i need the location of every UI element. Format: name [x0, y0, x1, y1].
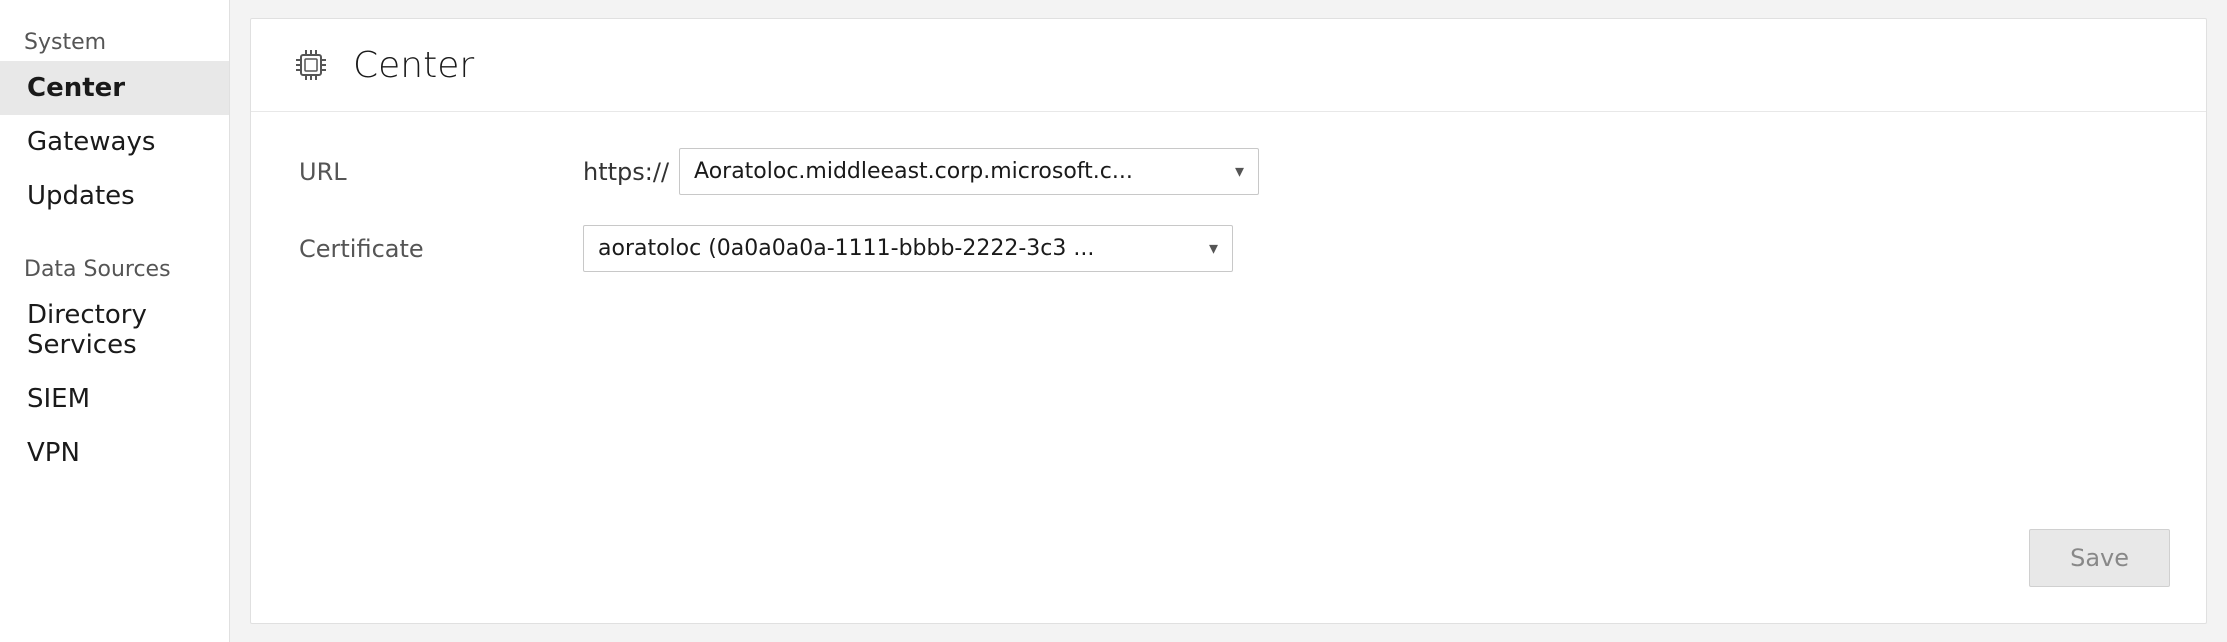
url-row: URL https:// Aoratoloc.middleeast.corp.m… — [299, 148, 2158, 195]
sidebar-item-center[interactable]: Center — [0, 61, 229, 115]
url-prefix: https:// — [583, 158, 669, 186]
sidebar-item-directory-services[interactable]: Directory Services — [0, 288, 229, 372]
url-label: URL — [299, 158, 559, 186]
sidebar-item-vpn[interactable]: VPN — [0, 426, 229, 480]
system-section-label: System — [0, 20, 229, 61]
chevron-down-icon: ▾ — [1235, 161, 1244, 182]
certificate-dropdown[interactable]: aoratoloc (0a0a0a0a-1111-bbbb-2222-3c3 .… — [583, 225, 1233, 272]
card-body: URL https:// Aoratoloc.middleeast.corp.m… — [251, 112, 2206, 623]
url-group: https:// Aoratoloc.middleeast.corp.micro… — [583, 148, 1259, 195]
save-button-wrapper: Save — [2029, 529, 2170, 587]
chip-icon — [287, 41, 335, 89]
sidebar-item-updates[interactable]: Updates — [0, 169, 229, 223]
sidebar-divider — [0, 223, 229, 247]
data-sources-section-label: Data Sources — [0, 247, 229, 288]
sidebar-item-siem[interactable]: SIEM — [0, 372, 229, 426]
sidebar-item-gateways[interactable]: Gateways — [0, 115, 229, 169]
page-title: Center — [353, 45, 474, 86]
save-button[interactable]: Save — [2029, 529, 2170, 587]
sidebar: System Center Gateways Updates Data Sour… — [0, 0, 230, 642]
chevron-down-icon: ▾ — [1209, 238, 1218, 259]
certificate-row: Certificate aoratoloc (0a0a0a0a-1111-bbb… — [299, 225, 2158, 272]
certificate-label: Certificate — [299, 235, 559, 263]
certificate-dropdown-value: aoratoloc (0a0a0a0a-1111-bbbb-2222-3c3 .… — [598, 236, 1197, 261]
url-dropdown-value: Aoratoloc.middleeast.corp.microsoft.c... — [694, 159, 1223, 184]
main-content: Center URL https:// Aoratoloc.middleeast… — [230, 0, 2227, 642]
card-header: Center — [251, 19, 2206, 112]
content-card: Center URL https:// Aoratoloc.middleeast… — [250, 18, 2207, 624]
url-dropdown[interactable]: Aoratoloc.middleeast.corp.microsoft.c...… — [679, 148, 1259, 195]
